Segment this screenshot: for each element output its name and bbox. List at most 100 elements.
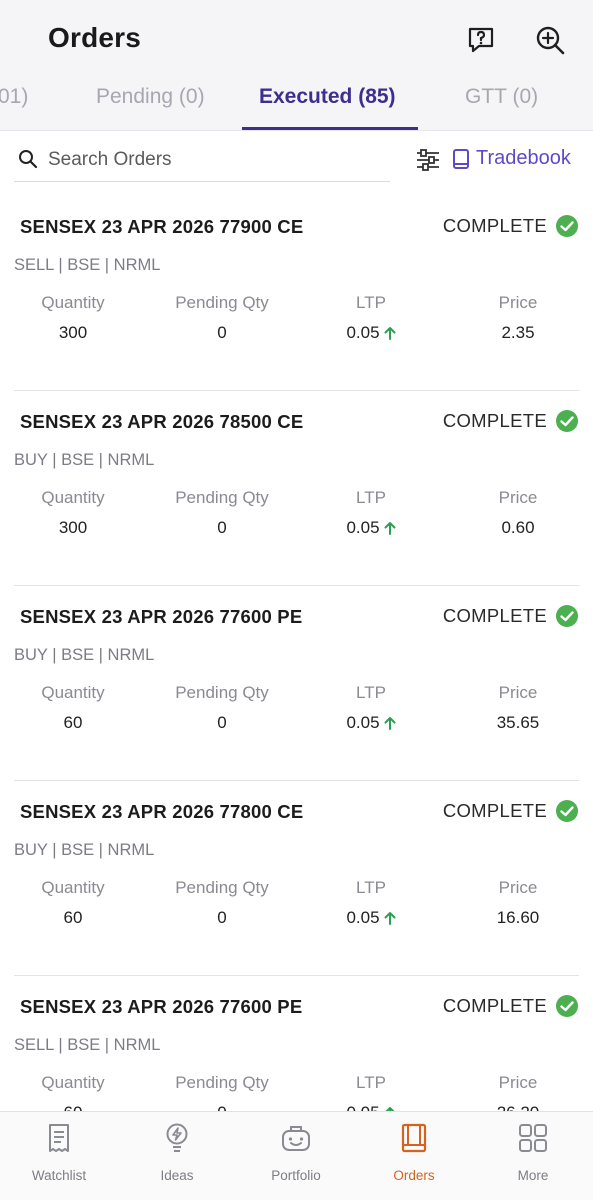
- filter-sliders-icon[interactable]: [415, 148, 441, 177]
- order-symbol: SENSEX 23 APR 2026 77600 PE: [20, 996, 303, 1017]
- order-status: COMPLETE: [443, 409, 579, 433]
- quantity-col: Quantity 60: [0, 878, 148, 928]
- tab-gtt[interactable]: GTT (0): [465, 85, 538, 109]
- quantity-value: 300: [58, 323, 88, 342]
- price-value: 16.60: [496, 908, 540, 927]
- bottom-nav: Watchlist Ideas Portfolio Orders More: [0, 1111, 593, 1200]
- pending-qty-col: Pending Qty 0: [147, 683, 297, 733]
- page-title: Orders: [48, 22, 142, 53]
- portfolio-icon: [237, 1120, 355, 1156]
- ltp-col: LTP 0.05: [296, 878, 446, 928]
- order-status: COMPLETE: [443, 994, 579, 1018]
- order-symbol: SENSEX 23 APR 2026 77800 CE: [20, 801, 304, 822]
- order-meta: SELL | BSE | NRML: [14, 1036, 161, 1054]
- price-label: Price: [498, 1073, 538, 1092]
- order-tabs: 01) Pending (0) Executed (85) GTT (0): [0, 75, 593, 131]
- pending-qty-label: Pending Qty: [175, 488, 269, 507]
- price-label: Price: [498, 878, 538, 897]
- order-card[interactable]: SENSEX 23 APR 2026 78500 CE COMPLETE BUY…: [0, 391, 593, 586]
- price-label: Price: [498, 683, 538, 702]
- order-symbol: SENSEX 23 APR 2026 77900 CE: [20, 216, 304, 237]
- tradebook-link[interactable]: Tradebook: [452, 147, 571, 170]
- check-circle-icon: [556, 410, 578, 432]
- quantity-label: Quantity: [41, 488, 105, 507]
- search-plus-icon[interactable]: [532, 22, 568, 58]
- pending-qty-col: Pending Qty 0: [147, 878, 297, 928]
- pending-qty-value: 0: [217, 518, 227, 537]
- quantity-col: Quantity 300: [0, 488, 148, 538]
- order-symbol: SENSEX 23 APR 2026 77600 PE: [20, 606, 303, 627]
- ltp-col: LTP 0.05: [296, 488, 446, 538]
- pending-qty-value: 0: [217, 713, 227, 732]
- status-label: COMPLETE: [442, 410, 547, 431]
- tradebook-label: Tradebook: [476, 147, 571, 169]
- tab-partial-left[interactable]: 01): [0, 85, 28, 109]
- tab-executed[interactable]: Executed (85): [259, 85, 396, 109]
- arrow-up-icon: [384, 912, 396, 925]
- order-status: COMPLETE: [443, 604, 579, 628]
- order-card[interactable]: SENSEX 23 APR 2026 77900 CE COMPLETE SEL…: [0, 196, 593, 391]
- price-col: Price 16.60: [443, 878, 593, 928]
- nav-item-more[interactable]: More: [474, 1120, 592, 1183]
- quantity-value: 60: [63, 908, 83, 927]
- order-status: COMPLETE: [443, 799, 579, 823]
- ltp-label: LTP: [356, 683, 386, 702]
- ltp-value: 0.05: [346, 908, 380, 927]
- pending-qty-value: 0: [217, 323, 227, 342]
- book-icon: [453, 148, 469, 169]
- orders-book-icon: [355, 1120, 473, 1156]
- ltp-label: LTP: [356, 488, 386, 507]
- ltp-col: LTP 0.05: [296, 683, 446, 733]
- price-col: Price 0.60: [443, 488, 593, 538]
- pending-qty-col: Pending Qty 0: [147, 293, 297, 343]
- order-meta: BUY | BSE | NRML: [14, 646, 155, 664]
- price-value: 0.60: [501, 518, 535, 537]
- watchlist-icon: [0, 1120, 118, 1156]
- ltp-col: LTP 0.05: [296, 293, 446, 343]
- quantity-label: Quantity: [41, 1073, 105, 1092]
- ltp-value: 0.05: [346, 323, 380, 342]
- nav-item-ideas[interactable]: Ideas: [118, 1120, 236, 1183]
- chat-question-icon[interactable]: [463, 22, 499, 58]
- search-underline: [14, 181, 390, 182]
- order-meta: BUY | BSE | NRML: [14, 841, 155, 859]
- pending-qty-label: Pending Qty: [175, 683, 269, 702]
- pending-qty-col: Pending Qty 0: [147, 488, 297, 538]
- ltp-value: 0.05: [346, 713, 380, 732]
- status-label: COMPLETE: [442, 605, 547, 626]
- pending-qty-label: Pending Qty: [175, 293, 269, 312]
- price-value: 35.65: [496, 713, 540, 732]
- search-icon: [18, 149, 38, 174]
- nav-label: Portfolio: [271, 1168, 321, 1183]
- order-status: COMPLETE: [443, 214, 579, 238]
- top-header: Orders: [0, 0, 593, 75]
- ltp-value: 0.05: [346, 518, 380, 537]
- tab-pending[interactable]: Pending (0): [96, 85, 205, 109]
- search-input[interactable]: [48, 146, 378, 174]
- price-value: 2.35: [501, 323, 535, 342]
- nav-label: More: [517, 1168, 549, 1183]
- status-label: COMPLETE: [442, 995, 547, 1016]
- price-label: Price: [498, 488, 538, 507]
- nav-label: Ideas: [160, 1168, 194, 1183]
- order-card[interactable]: SENSEX 23 APR 2026 77600 PE COMPLETE BUY…: [0, 586, 593, 781]
- order-card[interactable]: SENSEX 23 APR 2026 77800 CE COMPLETE BUY…: [0, 781, 593, 976]
- arrow-up-icon: [384, 717, 396, 730]
- arrow-up-icon: [384, 327, 396, 340]
- order-symbol: SENSEX 23 APR 2026 78500 CE: [20, 411, 304, 432]
- ideas-bulb-icon: [118, 1120, 236, 1156]
- pending-qty-value: 0: [217, 908, 227, 927]
- quantity-col: Quantity 300: [0, 293, 148, 343]
- nav-item-portfolio[interactable]: Portfolio: [237, 1120, 355, 1183]
- nav-item-orders[interactable]: Orders: [355, 1120, 473, 1183]
- check-circle-icon: [556, 215, 578, 237]
- order-meta: BUY | BSE | NRML: [14, 451, 155, 469]
- quantity-value: 300: [58, 518, 88, 537]
- orders-list: SENSEX 23 APR 2026 77900 CE COMPLETE SEL…: [0, 196, 593, 1171]
- nav-item-watchlist[interactable]: Watchlist: [0, 1120, 118, 1183]
- price-col: Price 35.65: [443, 683, 593, 733]
- active-tab-indicator: [242, 127, 418, 130]
- pending-qty-label: Pending Qty: [175, 878, 269, 897]
- nav-label: Watchlist: [31, 1168, 87, 1183]
- price-col: Price 2.35: [443, 293, 593, 343]
